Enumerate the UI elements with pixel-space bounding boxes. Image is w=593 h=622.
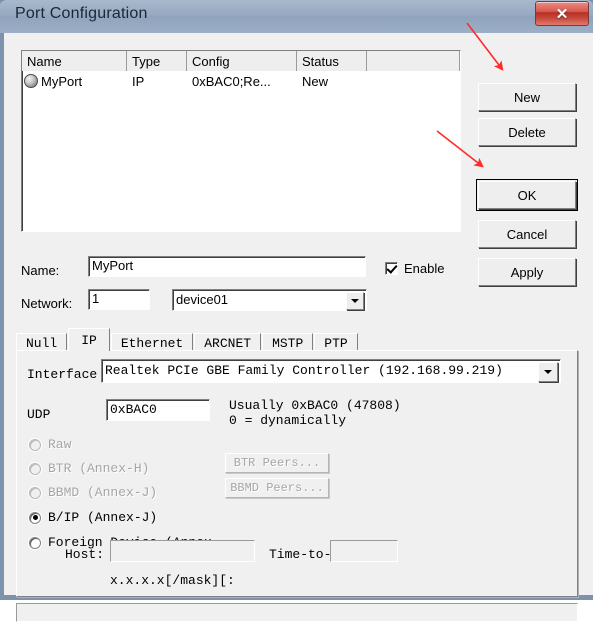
close-icon: ✕: [555, 5, 569, 23]
device-combobox-value: device01: [176, 292, 229, 307]
interface-combobox-value: Realtek PCIe GBE Family Controller (192.…: [105, 363, 503, 378]
network-input-value: 1: [92, 291, 100, 306]
tab-label: Null: [26, 336, 58, 351]
network-label: Network:: [21, 296, 73, 311]
interface-combobox[interactable]: Realtek PCIe GBE Family Controller (192.…: [101, 359, 561, 383]
radio-label: BBMD (Annex-J): [48, 485, 158, 500]
table-cell: IP: [127, 74, 187, 89]
port-sphere-icon: [24, 74, 38, 88]
status-bar: [16, 603, 578, 622]
network-input[interactable]: 1: [88, 289, 150, 310]
ip-tab-panel: Interface Realtek PCIe GBE Family Contro…: [16, 350, 578, 597]
list-column-header[interactable]: Status: [297, 51, 367, 71]
radio-label: BTR (Annex-H): [48, 461, 150, 476]
table-cell-text: MyPort: [41, 73, 83, 89]
chevron-down-icon[interactable]: [346, 292, 364, 310]
list-body: MyPort IP 0xBAC0;Re... New: [22, 72, 460, 90]
list-column-header-label: Name: [27, 53, 62, 69]
radio-b-ip-annex-j[interactable]: B/IP (Annex-J): [29, 510, 157, 525]
tab-label: ARCNET: [204, 336, 252, 351]
udp-port-input[interactable]: 0xBAC0: [106, 399, 210, 421]
radio-label: Raw: [48, 437, 72, 452]
list-column-header[interactable]: Type: [127, 51, 187, 71]
list-column-header[interactable]: Name: [22, 51, 127, 71]
udp-hint-line-2: 0 = dynamically: [229, 413, 347, 428]
time-to-live-input[interactable]: [330, 540, 398, 562]
list-column-header-label: Config: [192, 53, 230, 69]
name-input-value: MyPort: [92, 258, 134, 273]
tab-ip[interactable]: IP: [68, 328, 110, 351]
table-cell-text: New: [302, 73, 329, 89]
tab-label: PTP: [324, 336, 348, 351]
title-bar[interactable]: Port Configuration ✕: [0, 0, 593, 33]
list-column-header-label: Status: [302, 53, 339, 69]
close-button[interactable]: ✕: [535, 1, 589, 26]
delete-button-label: Delete: [508, 124, 546, 140]
table-cell-text: 0xBAC0;Re...: [192, 73, 271, 89]
tab-strip[interactable]: Null IP Ethernet ARCNET MSTP PTP: [16, 328, 359, 353]
delete-button[interactable]: Delete: [478, 118, 576, 146]
radio-button-indicator: [29, 536, 41, 549]
radio-label: B/IP (Annex-J): [48, 510, 158, 525]
table-cell: 0xBAC0;Re...: [187, 74, 297, 89]
apply-button-label: Apply: [510, 264, 544, 280]
tab-label: MSTP: [272, 336, 304, 351]
radio-button-indicator: [29, 486, 41, 499]
window-title: Port Configuration: [15, 5, 148, 22]
list-header-row: Name Type Config Status: [22, 51, 460, 71]
table-row[interactable]: MyPort IP 0xBAC0;Re... New: [22, 72, 460, 90]
tab-label: Ethernet: [120, 336, 184, 351]
table-cell-text: IP: [132, 73, 145, 89]
host-input[interactable]: [110, 540, 255, 562]
new-button-label: New: [513, 89, 540, 105]
tab-label: IP: [81, 332, 97, 348]
host-label: Host:: [65, 547, 105, 562]
cancel-button[interactable]: Cancel: [478, 220, 576, 248]
list-column-header[interactable]: Config: [187, 51, 297, 71]
list-column-header-label: Type: [132, 53, 161, 69]
radio-raw: Raw: [29, 437, 71, 452]
enable-checkbox-label: Enable: [404, 261, 445, 276]
udp-label: UDP: [27, 407, 51, 422]
radio-button-indicator: [29, 511, 41, 524]
btr-peers-button: BTR Peers...: [225, 453, 329, 473]
chevron-down-icon[interactable]: [538, 362, 558, 382]
new-button[interactable]: New: [478, 83, 576, 111]
apply-button[interactable]: Apply: [478, 258, 576, 286]
client-area: Name Type Config Status MyPort IP 0xBAC0;Re..…: [4, 33, 593, 622]
host-format-hint: x.x.x.x[/mask][:: [110, 573, 235, 588]
ok-button-label: OK: [517, 187, 537, 203]
table-cell: MyPort: [22, 74, 127, 89]
device-combobox[interactable]: device01: [172, 289, 367, 311]
udp-hint-line-1: Usually 0xBAC0 (47808): [229, 398, 401, 413]
ok-button[interactable]: OK: [476, 179, 578, 211]
table-cell: New: [297, 74, 367, 89]
list-column-header[interactable]: [367, 51, 460, 71]
bbmd-peers-button: BBMD Peers...: [225, 478, 329, 498]
radio-button-indicator: [29, 438, 41, 451]
radio-btr-annex-h: BTR (Annex-H): [29, 461, 149, 476]
radio-button-indicator: [29, 462, 41, 475]
port-configuration-window: Port Configuration ✕ Name Type Config Statu…: [0, 0, 593, 622]
btr-peers-button-label: BTR Peers...: [233, 456, 321, 470]
interface-label: Interface: [27, 367, 98, 382]
udp-port-value: 0xBAC0: [110, 402, 157, 417]
name-input[interactable]: MyPort: [88, 256, 366, 277]
enable-checkbox[interactable]: Enable: [385, 261, 444, 276]
bbmd-peers-button-label: BBMD Peers...: [230, 481, 324, 495]
enable-checkbox-box: [385, 262, 398, 275]
time-to-live-label: Time-to-li: [269, 547, 331, 562]
radio-bbmd-annex-j: BBMD (Annex-J): [29, 485, 157, 500]
name-label: Name:: [21, 263, 60, 278]
cancel-button-label: Cancel: [506, 226, 548, 242]
ports-list-view[interactable]: Name Type Config Status MyPort IP 0xBAC0;Re..…: [21, 50, 461, 232]
